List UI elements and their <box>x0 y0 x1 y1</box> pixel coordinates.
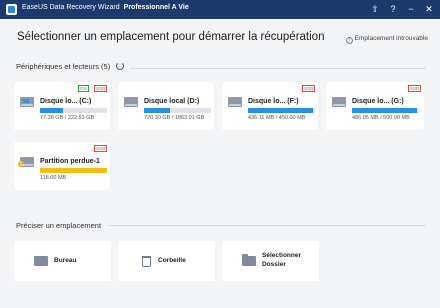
page-title: Sélectionner un emplacement pour démarre… <box>17 31 325 43</box>
minimize-icon[interactable]: − <box>404 2 418 16</box>
location-recycle-bin[interactable]: Corbeille <box>118 241 215 281</box>
ssd-badge: SSD <box>94 145 108 152</box>
windows-drive-icon <box>20 97 34 107</box>
drive-usage-bar <box>352 108 419 113</box>
drive-card-d[interactable]: Disque local (D:) 720.30 GB / 1863.01 GB <box>118 82 214 130</box>
drive-name: Partition perdue-1 <box>40 158 100 165</box>
close-icon[interactable]: ✕ <box>422 2 436 16</box>
location-label: Dossier <box>262 261 286 268</box>
question-icon: ? <box>345 37 353 44</box>
drive-name: Disque local (D:) <box>144 98 200 105</box>
drive-name: Disque lo... (G:) <box>352 98 404 105</box>
drive-size: 116.00 MB <box>40 175 67 181</box>
hard-drive-icon <box>228 97 242 107</box>
drive-usage-bar <box>144 108 211 113</box>
help-icon[interactable]: ? <box>386 2 400 16</box>
refresh-icon[interactable] <box>116 62 124 70</box>
hard-drive-icon <box>332 97 346 107</box>
location-select-folder[interactable]: Sélectionner Dossier <box>222 241 319 281</box>
ssd-badge: SSD <box>408 85 422 92</box>
location-label: Bureau <box>54 257 77 264</box>
window-title: EaseUS Data Recovery Wizard Professionnel… <box>22 4 189 11</box>
locations-section-label: Préciser un emplacement <box>16 221 102 230</box>
ssd-badge: SSD <box>302 85 316 92</box>
drive-usage-fill <box>40 168 107 173</box>
drive-card-f[interactable]: SSD Disque lo... (F:) 436.11 MB / 450.00… <box>222 82 318 130</box>
drive-name: Disque lo... (C:) <box>40 98 92 105</box>
drive-usage-fill <box>248 108 313 113</box>
lost-partition-card[interactable]: SSD Partition perdue-1 116.00 MB <box>14 142 110 190</box>
drive-usage-bar <box>40 168 107 173</box>
drive-name: Disque lo... (F:) <box>248 98 299 105</box>
location-not-found-link[interactable]: ? Emplacement introuvable <box>345 35 428 44</box>
drive-usage-fill <box>40 108 64 113</box>
drive-size: 77.38 GB / 222.53 GB <box>40 115 95 121</box>
drive-size: 486.05 MB / 500.00 MB <box>352 115 410 121</box>
export-icon[interactable]: ⇧ <box>368 2 382 16</box>
ssd-badge: SSD <box>94 85 108 92</box>
folder-icon <box>242 254 256 266</box>
drive-card-c[interactable]: OS SSD Disque lo... (C:) 77.38 GB / 222.… <box>14 82 110 130</box>
section-divider <box>130 68 426 69</box>
location-label: Corbeille <box>158 257 186 264</box>
section-divider <box>108 225 426 226</box>
drive-usage-fill <box>144 108 171 113</box>
location-desktop[interactable]: Bureau <box>14 241 111 281</box>
drive-usage-fill <box>352 108 417 113</box>
location-label: Sélectionner <box>262 252 302 259</box>
desktop-icon <box>34 256 48 266</box>
drive-usage-bar <box>248 108 315 113</box>
os-badge: OS <box>78 85 89 92</box>
drive-size: 436.11 MB / 450.00 MB <box>248 115 306 121</box>
drive-usage-bar <box>40 108 107 113</box>
title-bar: EaseUS Data Recovery Wizard Professionnel… <box>0 0 440 19</box>
drive-size: 720.30 GB / 1863.01 GB <box>144 115 205 121</box>
recycle-bin-icon <box>142 256 151 267</box>
lost-partition-icon <box>18 157 34 167</box>
main-panel: Sélectionner un emplacement pour démarre… <box>0 19 440 308</box>
devices-section-label: Périphériques et lecteurs (5) <box>16 62 111 71</box>
app-window: EaseUS Data Recovery Wizard Professionnel… <box>0 0 440 308</box>
drive-card-g[interactable]: SSD Disque lo... (G:) 486.05 MB / 500.00… <box>326 82 424 130</box>
hard-drive-icon <box>124 97 138 107</box>
easeus-logo-icon <box>6 4 17 15</box>
